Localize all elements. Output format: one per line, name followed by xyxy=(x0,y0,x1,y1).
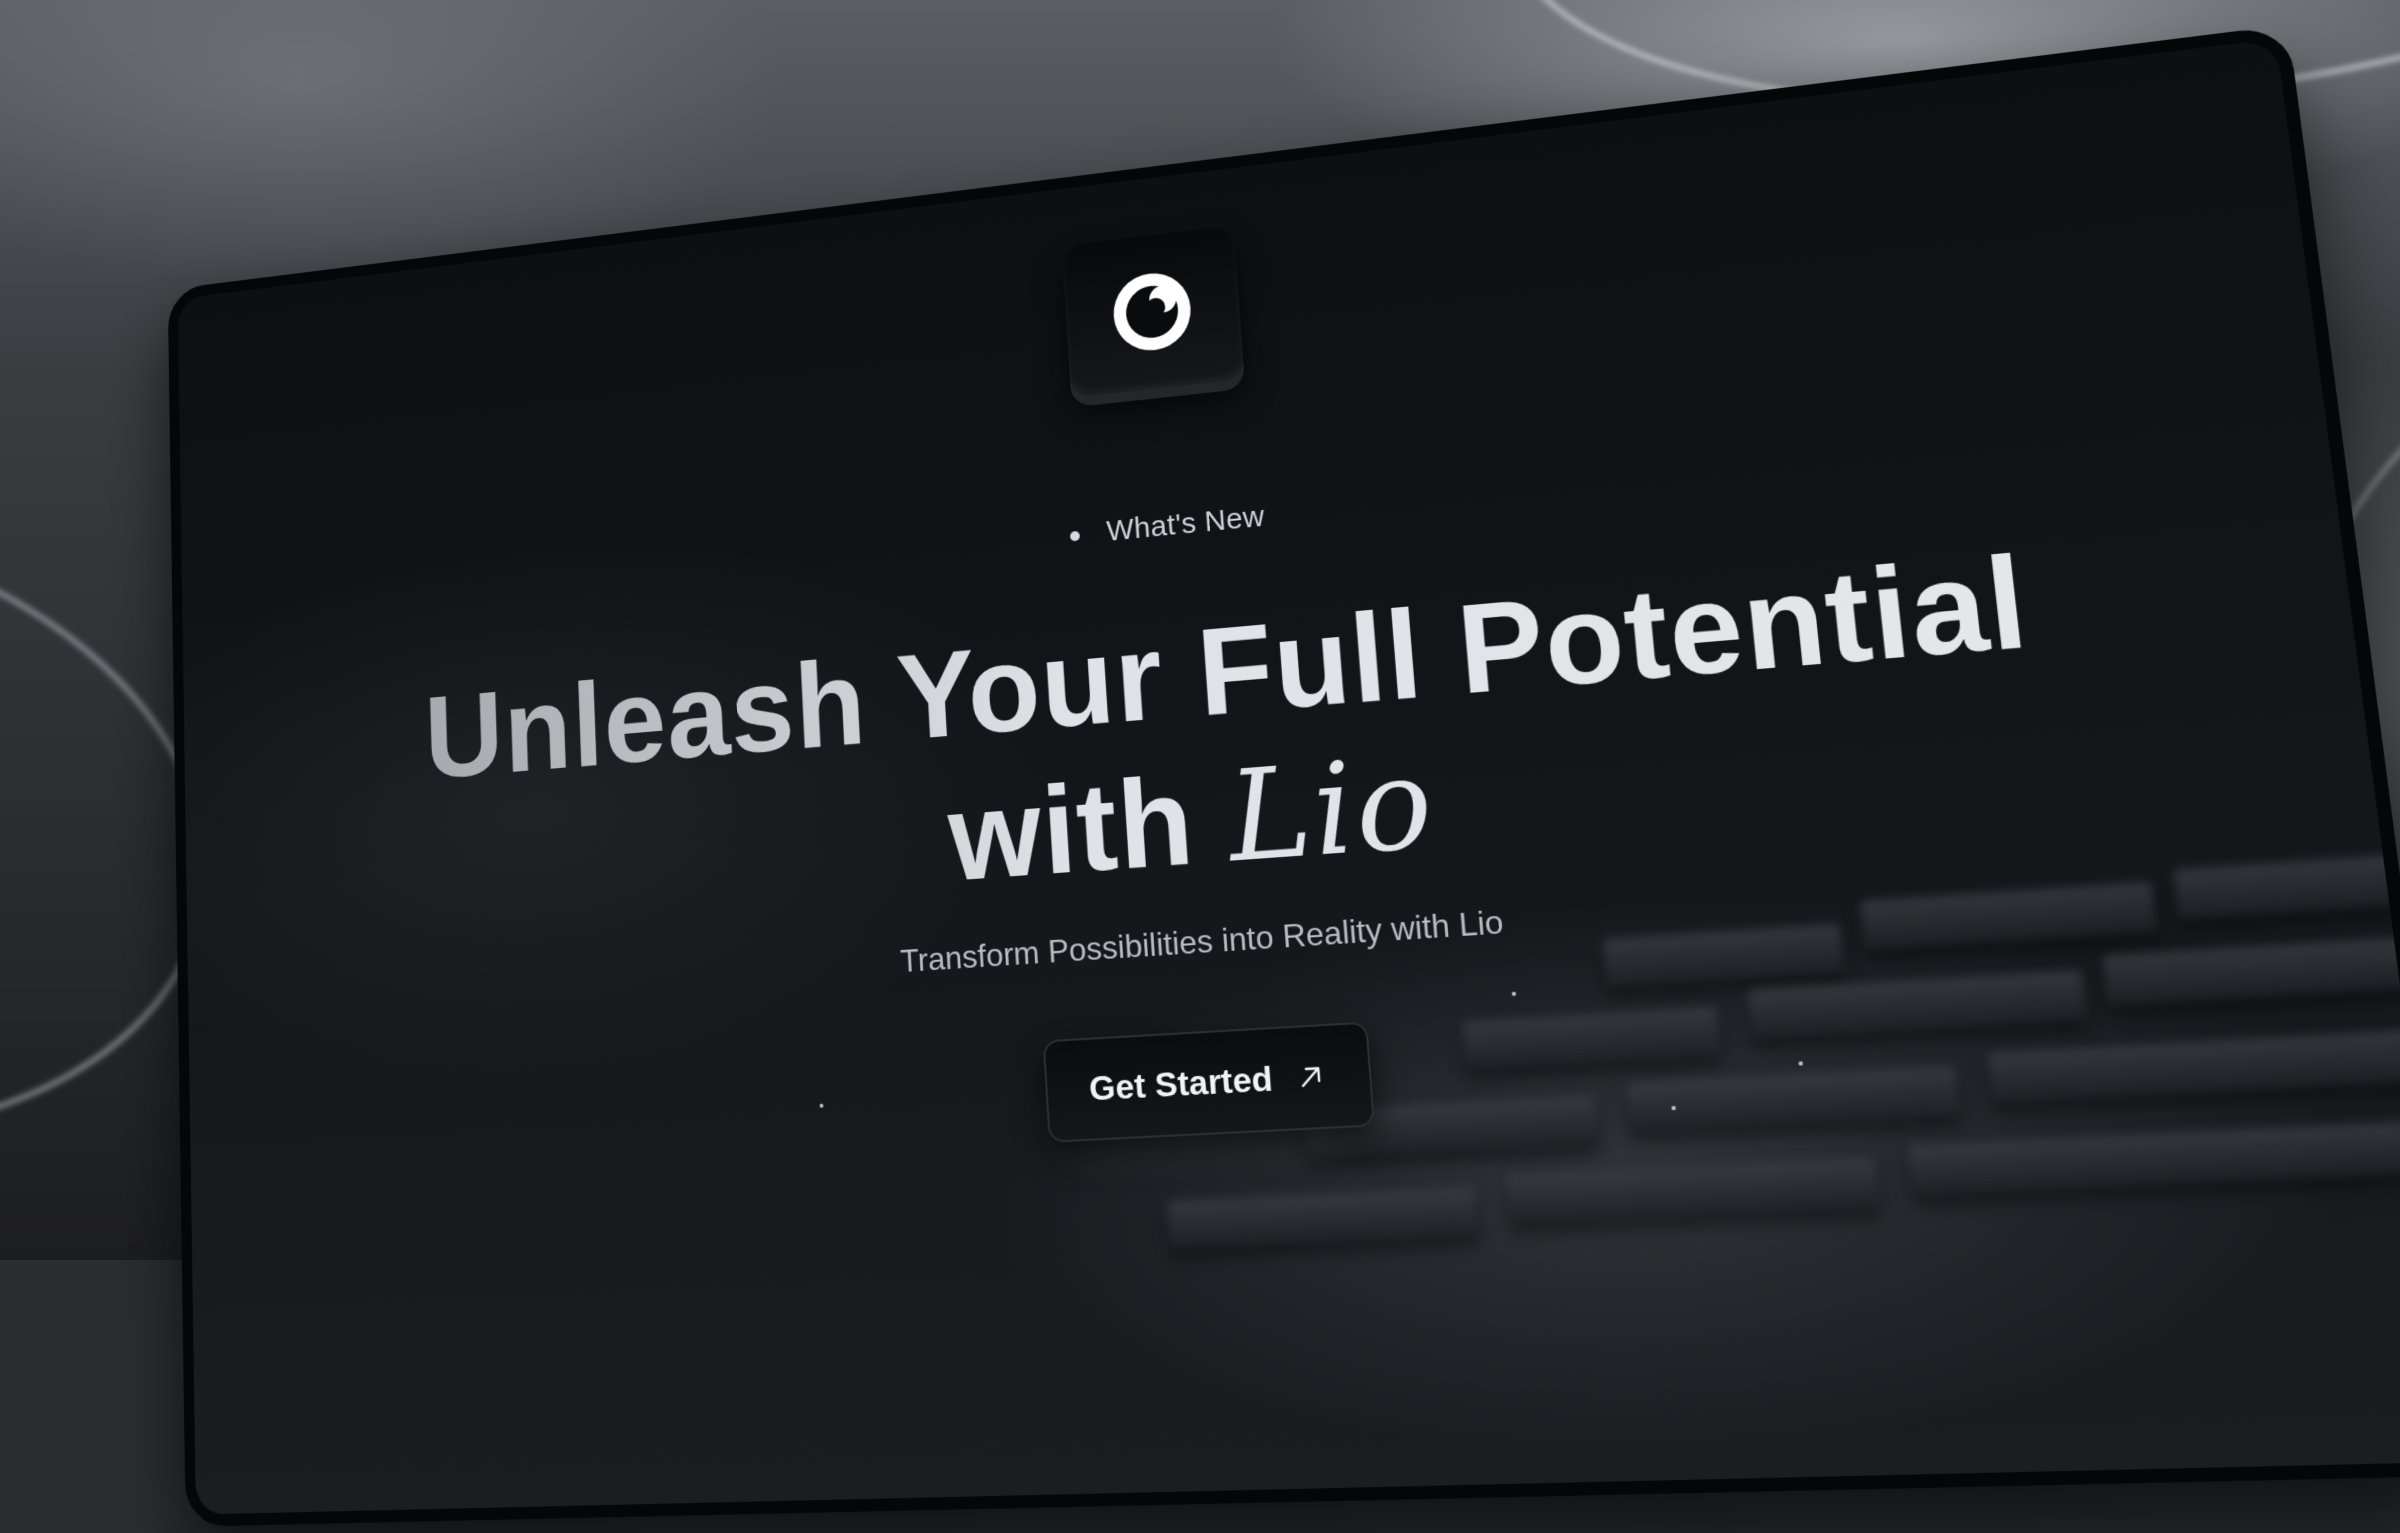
lio-logo-icon xyxy=(1111,269,1194,355)
headline-with: with xyxy=(944,751,1199,908)
headline-brand: Lio xyxy=(1223,729,1440,892)
whats-new-label: What's New xyxy=(1105,500,1266,548)
decorative-block xyxy=(2102,934,2400,1006)
stage: What's New Unleash Your Full Potential w… xyxy=(0,0,2400,1527)
get-started-label: Get Started xyxy=(1088,1058,1275,1109)
dot-icon xyxy=(1069,530,1081,542)
decorative-block xyxy=(1625,1065,1961,1132)
app-window: What's New Unleash Your Full Potential w… xyxy=(167,24,2400,1527)
decorative-block xyxy=(1747,969,2087,1039)
get-started-button[interactable]: Get Started xyxy=(1042,1021,1376,1143)
decorative-block xyxy=(1166,1186,1480,1249)
sparkle-dot xyxy=(819,1103,824,1108)
decorative-block xyxy=(1505,1157,1880,1224)
sparkle-dot xyxy=(1671,1105,1677,1111)
decorative-block xyxy=(1987,1028,2400,1103)
sparkle-dot xyxy=(1798,1061,1804,1066)
decorative-block xyxy=(1461,1006,1721,1070)
logo-tile[interactable] xyxy=(1061,225,1245,398)
arrow-up-right-icon xyxy=(1294,1061,1327,1094)
decorative-block xyxy=(1907,1120,2400,1196)
